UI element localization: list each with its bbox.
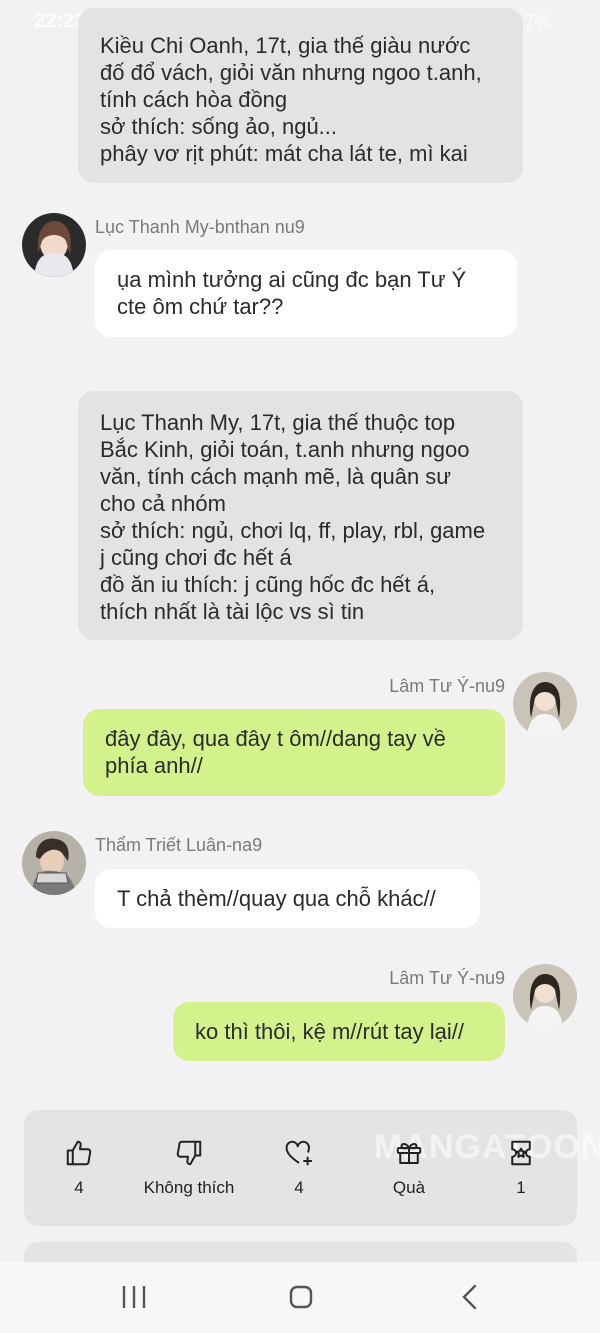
favorite-count: 4	[294, 1178, 304, 1197]
dislike-button[interactable]: Không thích	[134, 1138, 244, 1198]
profile-line: Bắc Kinh, giỏi toán, t.anh nhưng ngoo	[100, 437, 470, 462]
profile-line: phây vơ rịt phút: mát cha lát te, mì kai	[100, 141, 468, 166]
chat-bubble-left: ụa mình tưởng ai cũng đc bạn Tư Ý cte ôm…	[95, 250, 517, 337]
ticket-icon	[511, 1140, 531, 1166]
profile-line: Lục Thanh My, 17t, gia thế thuộc top	[100, 410, 456, 435]
profile-line: cho cả nhóm	[100, 491, 226, 516]
gift-button[interactable]: Quà	[354, 1138, 464, 1198]
message-line: ụa mình tưởng ai cũng đc bạn Tư Ý	[117, 267, 467, 292]
profile-line: thích nhất là tài lộc vs sì tin	[100, 599, 365, 624]
chat-bubble-right: đây đây, qua đây t ôm//dang tay về phía …	[83, 709, 505, 796]
heart-plus-icon	[285, 1140, 312, 1166]
profile-line: sở thích: ngủ, chơi lq, ff, play, rbl, g…	[100, 518, 486, 543]
message-line: cte ôm chứ tar??	[117, 294, 284, 319]
chat-bubble-left: T chả thèm//quay qua chỗ khác//	[95, 869, 480, 928]
gift-label: Quà	[392, 1178, 426, 1197]
message-line: ko thì thôi, kệ m//rút tay lại//	[195, 1019, 464, 1044]
recent-apps-icon[interactable]	[120, 1282, 148, 1312]
sender-name: Lục Thanh My-bnthan nu9	[95, 217, 305, 237]
reaction-bar: MANGATOON 4 Không thích 4 Quà 1	[24, 1110, 600, 1226]
thumbs-up-icon	[66, 1140, 92, 1166]
gift-icon	[396, 1143, 422, 1164]
like-button[interactable]: 4	[24, 1138, 134, 1198]
system-nav-bar	[0, 1262, 600, 1333]
ticket-button[interactable]: 1	[466, 1138, 576, 1198]
avatar-tham-triet-luan[interactable]	[22, 831, 86, 895]
home-icon[interactable]	[287, 1282, 315, 1312]
profile-line: đố đổ vách, giỏi văn nhưng ngoo t.anh,	[100, 60, 482, 85]
chat-bubble-right: ko thì thôi, kệ m//rút tay lại//	[173, 1002, 505, 1061]
sender-name: Lâm Tư Ý-nu9	[389, 968, 505, 988]
avatar-lam-tu-y[interactable]	[513, 672, 577, 736]
profile-line: đồ ăn iu thích: j cũng hốc đc hết á,	[100, 572, 436, 597]
profile-card: Lục Thanh My, 17t, gia thế thuộc top Bắc…	[78, 391, 523, 640]
message-line: đây đây, qua đây t ôm//dang tay về	[105, 726, 446, 751]
avatar-lam-tu-y[interactable]	[513, 964, 577, 1028]
profile-line: văn, tính cách mạnh mẽ, là quân sư	[100, 464, 452, 489]
sender-name: Thẩm Triết Luân-na9	[95, 835, 263, 855]
profile-card: Kiều Chi Oanh, 17t, gia thế giàu nước đố…	[78, 8, 523, 183]
profile-line: j cũng chơi đc hết á	[100, 545, 292, 570]
sender-name: Lâm Tư Ý-nu9	[389, 676, 505, 696]
profile-line: sở thích: sống ảo, ngủ...	[100, 114, 338, 139]
thumbs-down-icon	[176, 1140, 202, 1166]
like-count: 4	[74, 1178, 84, 1197]
profile-line: Kiều Chi Oanh, 17t, gia thế giàu nước	[100, 33, 471, 58]
dislike-label: Không thích	[143, 1178, 235, 1197]
profile-line: tính cách hòa đồng	[100, 87, 288, 112]
message-line: phía anh//	[105, 753, 203, 778]
back-icon[interactable]	[458, 1282, 482, 1312]
message-line: T chả thèm//quay qua chỗ khác//	[117, 886, 436, 911]
avatar-luc-thanh-my[interactable]	[22, 213, 86, 277]
ticket-count: 1	[516, 1178, 526, 1197]
favorite-button[interactable]: 4	[244, 1138, 354, 1198]
